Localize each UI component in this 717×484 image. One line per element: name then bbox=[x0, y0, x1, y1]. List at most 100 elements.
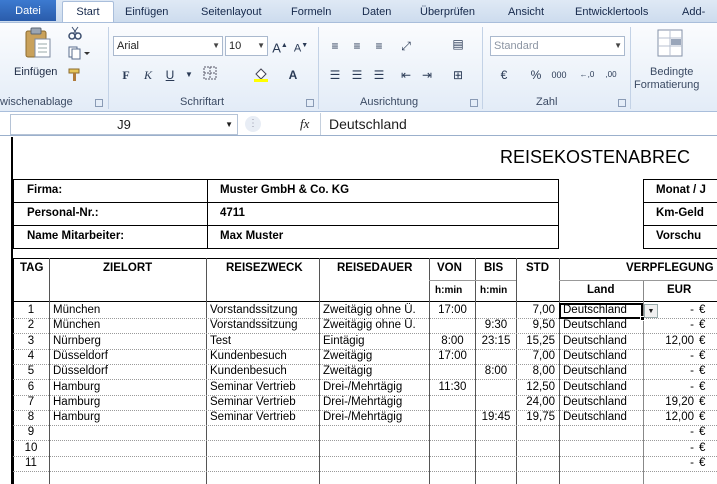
cell-von[interactable] bbox=[431, 456, 474, 471]
cell-std[interactable]: 15,25 bbox=[518, 334, 558, 349]
decrease-decimal-icon[interactable]: ,00 bbox=[602, 66, 620, 84]
cell-std[interactable]: 9,50 bbox=[518, 318, 558, 333]
cell-von[interactable] bbox=[431, 425, 474, 440]
cell-eur[interactable]: - bbox=[645, 349, 697, 364]
cell-reisedauer[interactable]: Zweitägig bbox=[321, 364, 428, 379]
cell-bis[interactable] bbox=[477, 303, 515, 318]
cell-tag[interactable]: 3 bbox=[13, 334, 49, 349]
cell-std[interactable]: 8,00 bbox=[518, 364, 558, 379]
cell-reisedauer[interactable] bbox=[321, 456, 428, 471]
cell-bis[interactable]: 23:15 bbox=[477, 334, 515, 349]
cell-von[interactable]: 17:00 bbox=[431, 349, 474, 364]
align-top-icon[interactable]: ≡ bbox=[326, 37, 344, 55]
cell-bis[interactable] bbox=[477, 395, 515, 410]
insert-function-icon[interactable]: fx bbox=[300, 116, 309, 132]
cell-reisezweck[interactable]: Vorstandssitzung bbox=[208, 303, 318, 318]
cell-zielort[interactable]: Hamburg bbox=[51, 380, 205, 395]
cell-reisedauer[interactable]: Zweitägig ohne Ü. bbox=[321, 303, 428, 318]
thousands-separator-icon[interactable]: 000 bbox=[550, 66, 568, 84]
cell-currency[interactable]: € bbox=[697, 380, 717, 395]
cell-reisezweck[interactable] bbox=[208, 441, 318, 456]
cell-reisedauer[interactable]: Eintägig bbox=[321, 334, 428, 349]
cell-std[interactable]: 19,75 bbox=[518, 410, 558, 425]
cell-currency[interactable]: € bbox=[697, 364, 717, 379]
cell-zielort[interactable] bbox=[51, 441, 205, 456]
tab-addins[interactable]: Add- bbox=[682, 6, 705, 18]
cell-land[interactable]: Deutschland bbox=[561, 334, 642, 349]
cell-bis[interactable]: 19:45 bbox=[477, 410, 515, 425]
clipboard-launcher-icon[interactable] bbox=[95, 99, 103, 107]
cell-tag[interactable]: 5 bbox=[13, 364, 49, 379]
cell-eur[interactable]: 12,00 bbox=[645, 410, 697, 425]
active-cell[interactable] bbox=[559, 303, 643, 319]
cell-eur[interactable]: - bbox=[645, 425, 697, 440]
cell-reisedauer[interactable]: Drei-/Mehrtägig bbox=[321, 395, 428, 410]
cell-tag[interactable]: 9 bbox=[13, 425, 49, 440]
font-launcher-icon[interactable] bbox=[306, 99, 314, 107]
align-right-icon[interactable]: ☰ bbox=[370, 66, 388, 84]
cell-reisezweck[interactable]: Vorstandssitzung bbox=[208, 318, 318, 333]
cell-land[interactable] bbox=[561, 456, 642, 471]
align-middle-icon[interactable]: ≡ bbox=[348, 37, 366, 55]
cell-currency[interactable]: € bbox=[697, 410, 717, 425]
cell-reisezweck[interactable] bbox=[208, 456, 318, 471]
cell-land[interactable] bbox=[561, 425, 642, 440]
cell-reisezweck[interactable]: Seminar Vertrieb bbox=[208, 380, 318, 395]
cell-eur[interactable]: - bbox=[645, 364, 697, 379]
font-size-combo[interactable]: 10 ▼ bbox=[225, 36, 268, 56]
cell-reisedauer[interactable]: Zweitägig bbox=[321, 349, 428, 364]
cell-tag[interactable]: 1 bbox=[13, 303, 49, 318]
align-center-icon[interactable]: ☰ bbox=[348, 66, 366, 84]
cell-std[interactable]: 7,00 bbox=[518, 349, 558, 364]
wrap-text-icon[interactable]: ▤ bbox=[449, 35, 467, 53]
cell-tag[interactable]: 11 bbox=[13, 456, 49, 471]
format-painter-icon[interactable] bbox=[68, 68, 82, 85]
info-value-personal-nr[interactable]: 4711 bbox=[220, 207, 245, 219]
chevron-down-icon[interactable]: ▼ bbox=[180, 66, 198, 84]
cell-reisezweck[interactable]: Seminar Vertrieb bbox=[208, 395, 318, 410]
cell-reisedauer[interactable] bbox=[321, 425, 428, 440]
cell-eur[interactable]: - bbox=[645, 380, 697, 395]
cell-eur[interactable]: 12,00 bbox=[645, 334, 697, 349]
cell-land[interactable]: Deutschland bbox=[561, 364, 642, 379]
tab-daten[interactable]: Daten bbox=[362, 6, 391, 18]
tab-formeln[interactable]: Formeln bbox=[291, 6, 331, 18]
align-bottom-icon[interactable]: ≡ bbox=[370, 37, 388, 55]
cell-eur[interactable]: - bbox=[645, 318, 697, 333]
cell-bis[interactable]: 9:30 bbox=[477, 318, 515, 333]
cell-von[interactable] bbox=[431, 364, 474, 379]
font-name-combo[interactable]: Arial ▼ bbox=[113, 36, 223, 56]
cell-von[interactable]: 8:00 bbox=[431, 334, 474, 349]
tab-entwicklertools[interactable]: Entwicklertools bbox=[575, 6, 648, 18]
cell-tag[interactable]: 4 bbox=[13, 349, 49, 364]
info-value-firma[interactable]: Muster GmbH & Co. KG bbox=[220, 184, 349, 196]
cell-std[interactable]: 7,00 bbox=[518, 303, 558, 318]
cell-currency[interactable]: € bbox=[697, 349, 717, 364]
cell-zielort[interactable]: Hamburg bbox=[51, 395, 205, 410]
paste-button[interactable] bbox=[22, 27, 52, 59]
formula-input[interactable]: Deutschland bbox=[320, 113, 717, 135]
cell-std[interactable] bbox=[518, 441, 558, 456]
cell-tag[interactable]: 10 bbox=[13, 441, 49, 456]
cell-tag[interactable]: 6 bbox=[13, 380, 49, 395]
borders-icon[interactable] bbox=[201, 66, 219, 84]
cell-currency[interactable]: € bbox=[697, 425, 717, 440]
cell-reisezweck[interactable]: Kundenbesuch bbox=[208, 364, 318, 379]
cell-bis[interactable] bbox=[477, 441, 515, 456]
tab-einfuegen[interactable]: Einfügen bbox=[125, 6, 168, 18]
cell-eur[interactable]: - bbox=[645, 456, 697, 471]
font-color-icon[interactable]: A bbox=[284, 66, 302, 84]
cell-tag[interactable]: 7 bbox=[13, 395, 49, 410]
cell-bis[interactable] bbox=[477, 380, 515, 395]
cell-currency[interactable]: € bbox=[697, 441, 717, 456]
alignment-launcher-icon[interactable] bbox=[470, 99, 478, 107]
italic-icon[interactable]: K bbox=[139, 66, 157, 84]
decrease-indent-icon[interactable]: ⇤ bbox=[397, 66, 415, 84]
cell-currency[interactable]: € bbox=[697, 395, 717, 410]
cell-land[interactable]: Deutschland bbox=[561, 380, 642, 395]
cell-land[interactable]: Deutschland bbox=[561, 349, 642, 364]
number-launcher-icon[interactable] bbox=[618, 99, 626, 107]
cell-tag[interactable]: 2 bbox=[13, 318, 49, 333]
cell-land[interactable] bbox=[561, 441, 642, 456]
number-format-combo[interactable]: Standard ▼ bbox=[490, 36, 625, 56]
